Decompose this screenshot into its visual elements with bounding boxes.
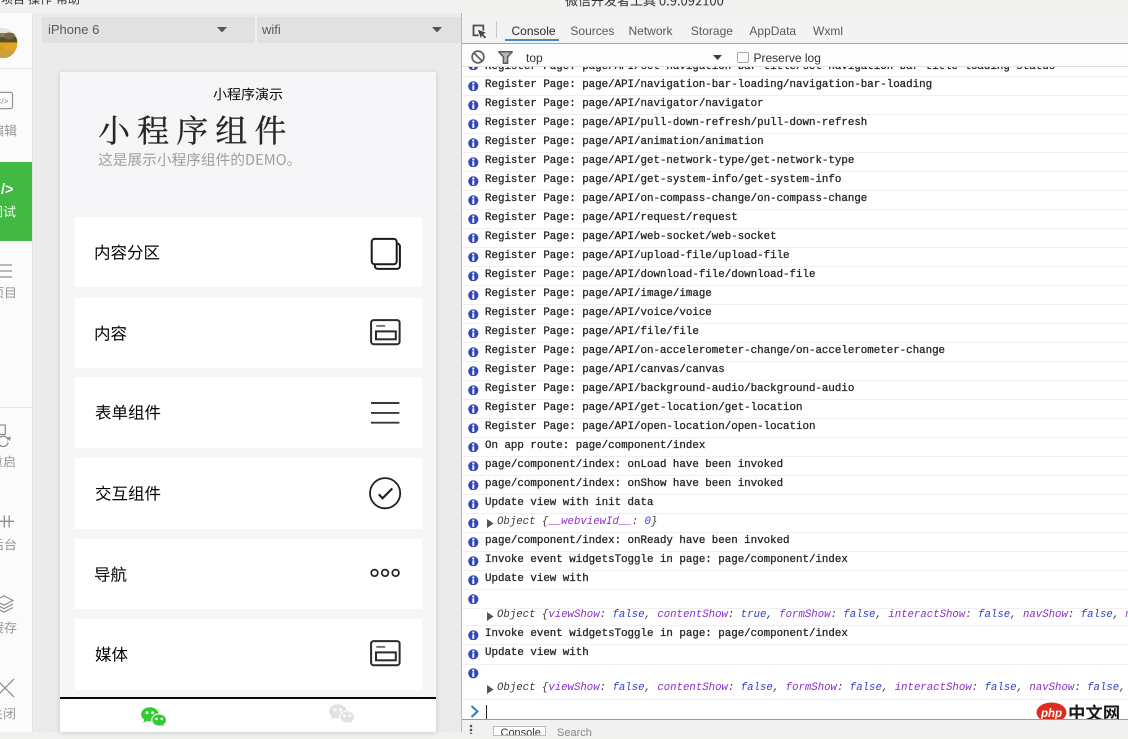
svg-text:</>: </>: [0, 97, 9, 106]
